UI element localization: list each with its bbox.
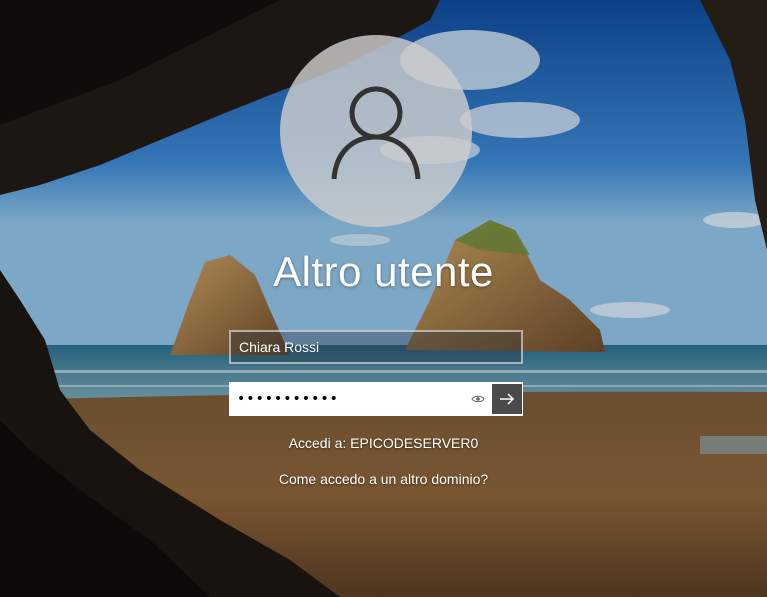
- eye-icon: [471, 395, 485, 403]
- user-silhouette-icon: [331, 86, 421, 180]
- sign-in-to-label: Accedi a: EPICODESERVER0: [288, 435, 479, 451]
- user-avatar: [280, 35, 472, 227]
- other-domain-link[interactable]: Come accedo a un altro dominio?: [279, 471, 488, 487]
- arrow-right-icon: [500, 393, 515, 405]
- submit-button[interactable]: [492, 384, 522, 414]
- username-input[interactable]: [231, 332, 521, 362]
- password-field-container: [229, 382, 523, 416]
- username-field-container: [229, 330, 523, 364]
- other-domain-link-row: Come accedo a un altro dominio?: [0, 471, 767, 487]
- reveal-password-button[interactable]: [464, 384, 492, 414]
- user-display-name: Altro utente: [273, 248, 494, 295]
- password-input[interactable]: [231, 384, 464, 414]
- lock-screen: Altro utente Accedi a: EPICODESERVER0 Co…: [0, 0, 767, 597]
